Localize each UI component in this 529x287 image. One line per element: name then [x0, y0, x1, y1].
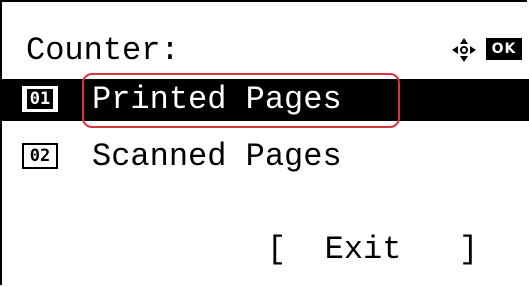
menu-item-scanned-pages[interactable]: 02 Scanned Pages	[2, 136, 529, 178]
item-number-badge: 02	[22, 143, 58, 169]
item-number-badge: 01	[22, 86, 58, 112]
menu-item-label: Scanned Pages	[92, 138, 342, 175]
exit-softkey[interactable]: [ Exit ]	[267, 234, 478, 266]
page-title: Counter:	[26, 32, 180, 69]
device-display: Counter: OK 01 Printed Pages 02 Scanned …	[0, 0, 529, 285]
header: Counter: OK	[26, 32, 522, 75]
ok-icon: OK	[486, 38, 522, 60]
four-way-arrow-icon	[452, 38, 476, 62]
menu-item-label: Printed Pages	[92, 81, 342, 118]
menu-item-printed-pages[interactable]: 01 Printed Pages	[2, 79, 529, 121]
